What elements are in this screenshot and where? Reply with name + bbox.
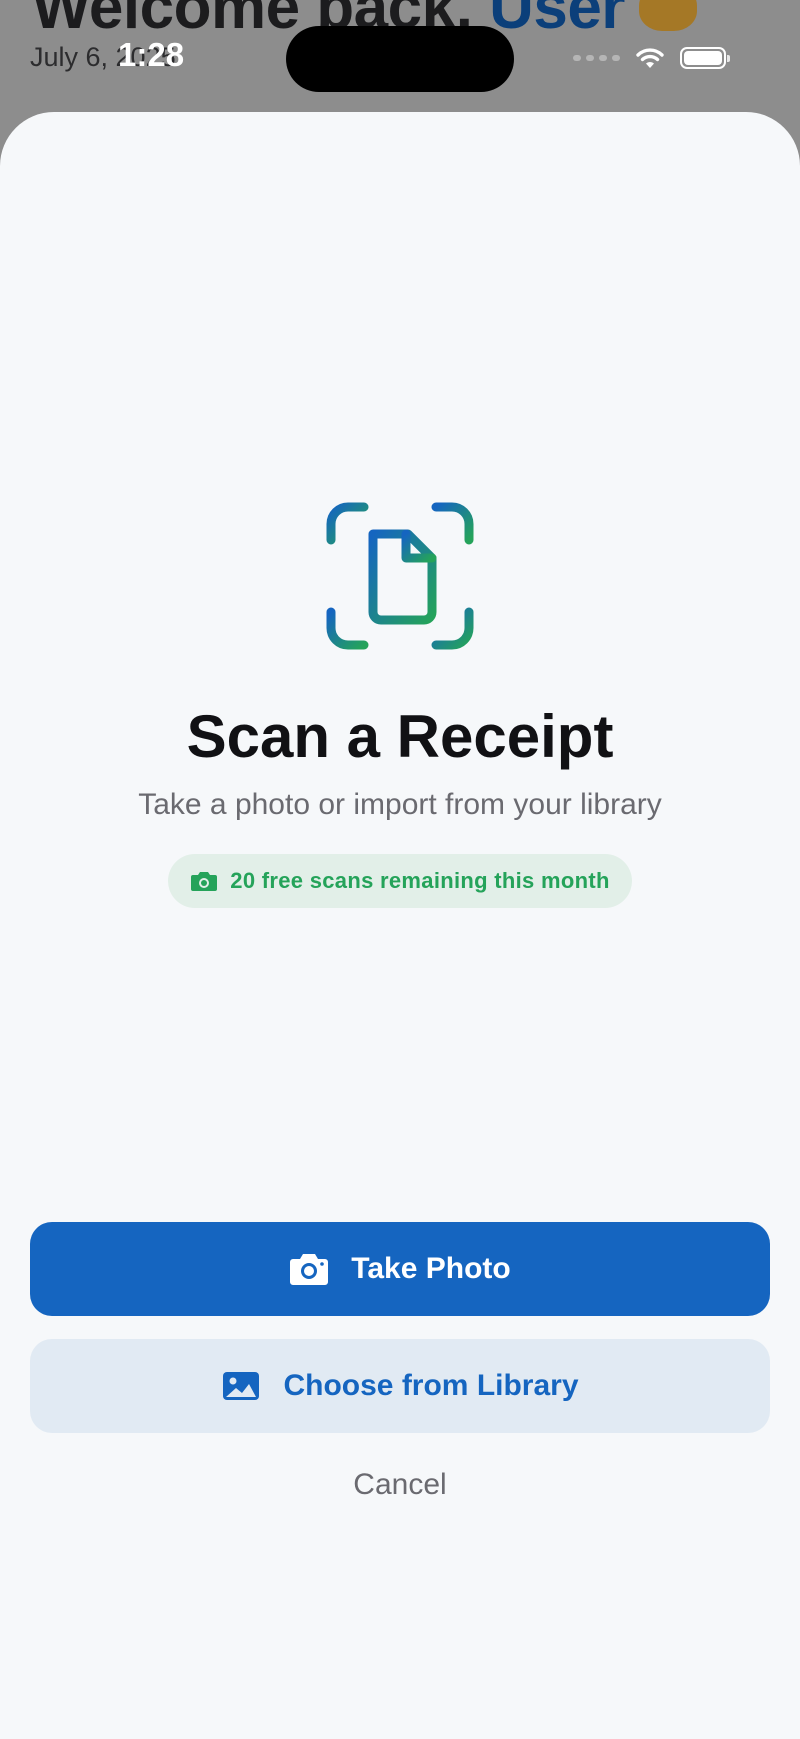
take-photo-button[interactable]: Take Photo (30, 1222, 770, 1316)
badge-text: 20 free scans remaining this month (230, 868, 610, 893)
camera-icon (191, 872, 218, 891)
battery-icon (680, 47, 730, 69)
sheet-subtitle: Take a photo or import from your library (138, 788, 662, 821)
take-photo-label: Take Photo (351, 1252, 511, 1285)
sheet-title: Scan a Receipt (186, 703, 614, 770)
photo-icon (223, 1372, 260, 1400)
status-indicators (573, 46, 730, 70)
user-name: User (489, 0, 625, 42)
cellular-signal-icon (573, 55, 620, 61)
dynamic-island (286, 26, 514, 92)
wifi-icon (636, 48, 664, 68)
choose-library-label: Choose from Library (283, 1369, 579, 1402)
document-scan-icon (326, 502, 474, 650)
waving-hand-icon (638, 0, 697, 31)
free-scans-badge: 20 free scans remaining this month (168, 854, 632, 908)
camera-icon (290, 1254, 329, 1285)
status-time: 1:28 (118, 36, 185, 73)
cancel-button[interactable]: Cancel (0, 1468, 800, 1502)
choose-from-library-button[interactable]: Choose from Library (30, 1339, 770, 1433)
